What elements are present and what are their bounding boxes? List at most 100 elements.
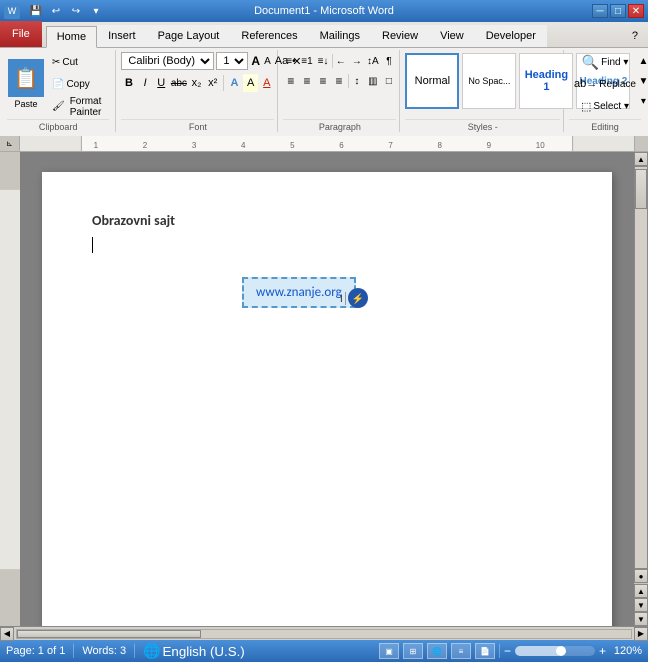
tab-view[interactable]: View <box>429 25 475 47</box>
document-heading[interactable]: Obrazovni sajt <box>92 212 562 229</box>
numbering-button[interactable]: ≡1 <box>299 52 314 70</box>
format-painter-button[interactable]: 🖌 Format Painter <box>47 97 109 117</box>
close-button[interactable]: ✕ <box>628 4 644 18</box>
window-controls: ─ □ ✕ <box>592 4 644 18</box>
page-info: Page: 1 of 1 <box>6 645 65 657</box>
bullets-button[interactable]: ≡• <box>283 52 298 70</box>
paragraph-label: Paragraph <box>283 119 396 132</box>
hyperlink-box[interactable]: www.znanje.org I ⚡ <box>242 277 356 308</box>
minimize-button[interactable]: ─ <box>592 4 608 18</box>
sep2 <box>348 74 349 88</box>
scroll-next-page-button[interactable]: ▼ <box>634 598 648 612</box>
scroll-down-button[interactable]: ▼ <box>634 612 648 626</box>
save-button[interactable]: 💾 <box>27 3 45 19</box>
align-center-button[interactable]: ≡ <box>299 72 314 90</box>
ruler-right <box>634 136 648 151</box>
h-scroll-track[interactable] <box>16 629 632 639</box>
font-size-select[interactable]: 11 <box>216 52 248 70</box>
clipboard-group: 📋 Paste ✂ Cut 📄 Copy 🖌 Format Painter Cl… <box>4 50 116 132</box>
shading-button[interactable]: ▥ <box>365 72 380 90</box>
bold-button[interactable]: B <box>121 74 136 92</box>
text-effects-button[interactable]: A <box>227 74 242 92</box>
tab-insert[interactable]: Insert <box>97 25 147 47</box>
scroll-right-button[interactable]: ▶ <box>634 627 648 641</box>
style-no-spacing[interactable]: No Spac... <box>462 53 516 109</box>
scroll-left-button[interactable]: ◀ <box>0 627 14 641</box>
find-label: Find ▾ <box>601 57 628 68</box>
superscript-button[interactable]: x² <box>205 74 220 92</box>
scroll-prev-page-button[interactable]: ▲ <box>634 584 648 598</box>
paste-button[interactable]: 📋 Paste <box>7 54 45 116</box>
font-color-button[interactable]: A <box>259 74 274 92</box>
maximize-button[interactable]: □ <box>610 4 626 18</box>
select-button[interactable]: ⬚ Select ▾ <box>576 96 634 116</box>
separator <box>223 75 224 91</box>
copy-button[interactable]: 📄 Copy <box>47 75 109 95</box>
scroll-track[interactable] <box>634 166 648 569</box>
font-label: Font <box>121 119 274 132</box>
align-right-button[interactable]: ≡ <box>315 72 330 90</box>
editing-content: 🔍 Find ▾ ab→ Replace ⬚ Select ▾ <box>569 52 641 117</box>
strikethrough-button[interactable]: abc <box>170 74 188 92</box>
select-label: Select ▾ <box>593 101 629 112</box>
italic-button[interactable]: I <box>138 74 153 92</box>
quick-access-toolbar: 💾 ↩ ↪ ▾ <box>27 3 105 19</box>
increase-indent-button[interactable]: → <box>349 52 364 70</box>
cursor-line <box>92 237 562 253</box>
svg-text:7: 7 <box>388 141 393 150</box>
tab-developer[interactable]: Developer <box>475 25 547 47</box>
svg-text:6: 6 <box>339 141 344 150</box>
zoom-level: 120% <box>610 645 642 657</box>
scroll-area[interactable]: Obrazovni sajt www.znanje.org I ⚡ <box>20 152 634 626</box>
language-button[interactable]: 🌐 English (U.S.) <box>143 643 245 660</box>
replace-label: Replace <box>599 79 636 90</box>
decrease-indent-button[interactable]: ← <box>333 52 348 70</box>
borders-button[interactable]: □ <box>381 72 396 90</box>
scroll-up-button[interactable]: ▲ <box>634 152 648 166</box>
grow-font-button[interactable]: A <box>250 52 261 70</box>
redo-button[interactable]: ↪ <box>67 3 85 19</box>
svg-text:2: 2 <box>143 141 148 150</box>
tab-page-layout[interactable]: Page Layout <box>147 25 231 47</box>
flag-icon: 🌐 <box>143 643 160 660</box>
multilevel-button[interactable]: ≡↓ <box>315 52 330 70</box>
outline-button[interactable]: ≡ <box>451 643 471 659</box>
align-left-button[interactable]: ≡ <box>283 72 298 90</box>
font-name-select[interactable]: Calibri (Body) <box>121 52 214 70</box>
underline-button[interactable]: U <box>154 74 169 92</box>
ruler-corner[interactable]: ⊾ <box>0 136 20 152</box>
subscript-button[interactable]: x₂ <box>189 74 204 92</box>
tab-review[interactable]: Review <box>371 25 429 47</box>
select-browse-object-button[interactable]: ● <box>634 569 648 583</box>
print-layout-button[interactable]: ▣ <box>379 643 399 659</box>
cut-button[interactable]: ✂ Cut <box>47 53 109 73</box>
show-marks-button[interactable]: ¶ <box>381 52 396 70</box>
tab-mailings[interactable]: Mailings <box>309 25 371 47</box>
draft-button[interactable]: 📄 <box>475 643 495 659</box>
replace-button[interactable]: ab→ Replace <box>569 74 641 94</box>
sep <box>332 54 333 68</box>
customize-qat-button[interactable]: ▾ <box>87 3 105 19</box>
vertical-scrollbar: ▲ ● ▲ ▼ ▼ <box>634 152 648 626</box>
ruler: ⊾ 1 2 3 4 5 6 7 8 9 10 <box>0 136 648 152</box>
zoom-thumb <box>556 646 566 656</box>
style-normal[interactable]: Normal <box>405 53 459 109</box>
highlight-button[interactable]: A <box>243 74 258 92</box>
tab-references[interactable]: References <box>230 25 308 47</box>
h-scroll-thumb <box>17 630 201 638</box>
tab-file[interactable]: File <box>0 21 42 47</box>
full-screen-button[interactable]: ⊞ <box>403 643 423 659</box>
zoom-bar[interactable] <box>515 646 595 656</box>
lightning-icon: ⚡ <box>348 288 368 308</box>
ribbon-content: 📋 Paste ✂ Cut 📄 Copy 🖌 Format Painter Cl… <box>0 48 648 136</box>
find-button[interactable]: 🔍 Find ▾ <box>577 52 634 72</box>
sort-button[interactable]: ↕A <box>365 52 380 70</box>
web-layout-button[interactable]: 🌐 <box>427 643 447 659</box>
paragraph-row2: ≡ ≡ ≡ ≡ ↕ ▥ □ <box>283 72 396 90</box>
line-spacing-button[interactable]: ↕ <box>349 72 364 90</box>
justify-button[interactable]: ≡ <box>332 72 347 90</box>
tab-home[interactable]: Home <box>46 26 97 48</box>
shrink-font-button[interactable]: A <box>263 52 272 70</box>
undo-button[interactable]: ↩ <box>47 3 65 19</box>
help-button[interactable]: ? <box>622 25 648 47</box>
